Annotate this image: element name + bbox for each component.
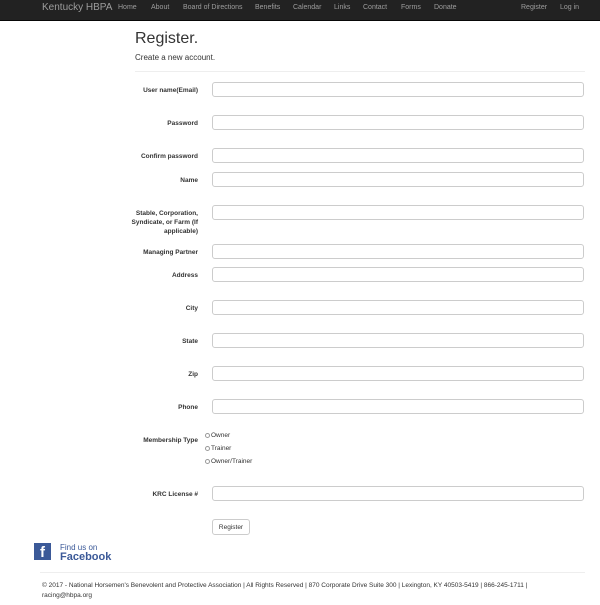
zip-label: Zip	[188, 371, 198, 378]
state-label: State	[182, 338, 198, 345]
radio-icon[interactable]	[205, 446, 210, 451]
address-label: Address	[171, 272, 198, 279]
nav-benefits-link[interactable]: Benefits	[255, 4, 280, 11]
city-field[interactable]	[212, 300, 584, 315]
membership-option-trainer[interactable]: Trainer	[205, 445, 231, 452]
username-field[interactable]	[212, 82, 584, 97]
zip-field[interactable]	[212, 366, 584, 381]
managing-partner-label: Managing Partner	[143, 249, 198, 256]
address-field[interactable]	[212, 267, 584, 282]
krc-license-label: KRC License #	[152, 491, 198, 498]
stable-label: Stable, Corporation, Syndicate, or Farm …	[131, 210, 198, 235]
footer-divider	[40, 572, 585, 573]
confirm-password-field[interactable]	[212, 148, 584, 163]
nav-links-link[interactable]: Links	[334, 4, 350, 11]
nav-login-link[interactable]: Log in	[560, 4, 579, 11]
password-field[interactable]	[212, 115, 584, 130]
brand-link[interactable]: Kentucky HBPA	[42, 2, 112, 13]
state-field[interactable]	[212, 333, 584, 348]
password-label: Password	[167, 120, 198, 127]
option-label: Owner/Trainer	[211, 458, 253, 465]
name-label: Name	[180, 177, 198, 184]
membership-option-owner-trainer[interactable]: Owner/Trainer	[205, 458, 252, 465]
membership-option-owner[interactable]: Owner	[205, 432, 230, 439]
nav-forms-link[interactable]: Forms	[401, 4, 421, 11]
nav-register-link[interactable]: Register	[521, 4, 547, 11]
nav-board-link[interactable]: Board of Directions	[183, 4, 243, 11]
username-label: User name(Email)	[143, 87, 198, 94]
nav-home-link[interactable]: Home	[118, 4, 137, 11]
facebook-icon[interactable]: f	[34, 543, 51, 560]
phone-label: Phone	[178, 404, 198, 411]
register-button[interactable]: Register	[212, 519, 250, 535]
nav-contact-link[interactable]: Contact	[363, 4, 387, 11]
nav-about-link[interactable]: About	[151, 4, 169, 11]
page-subtitle: Create a new account.	[135, 53, 216, 62]
facebook-wordmark[interactable]: Facebook	[60, 551, 111, 563]
confirm-password-label: Confirm password	[140, 153, 198, 160]
navbar: Kentucky HBPA Home About Board of Direct…	[0, 0, 600, 21]
name-field[interactable]	[212, 172, 584, 187]
page-title: Register.	[135, 30, 199, 47]
managing-partner-field[interactable]	[212, 244, 584, 259]
option-label: Trainer	[211, 445, 232, 452]
radio-icon[interactable]	[205, 433, 210, 438]
nav-donate-link[interactable]: Donate	[434, 4, 457, 11]
divider	[135, 71, 585, 72]
stable-field[interactable]	[212, 205, 584, 220]
nav-calendar-link[interactable]: Calendar	[293, 4, 321, 11]
phone-field[interactable]	[212, 399, 584, 414]
option-label: Owner	[211, 432, 231, 439]
radio-icon[interactable]	[205, 459, 210, 464]
membership-type-label: Membership Type	[143, 437, 198, 444]
city-label: City	[185, 305, 198, 312]
krc-license-field[interactable]	[212, 486, 584, 501]
footer-text: © 2017 - National Horsemen's Benevolent …	[42, 582, 528, 599]
